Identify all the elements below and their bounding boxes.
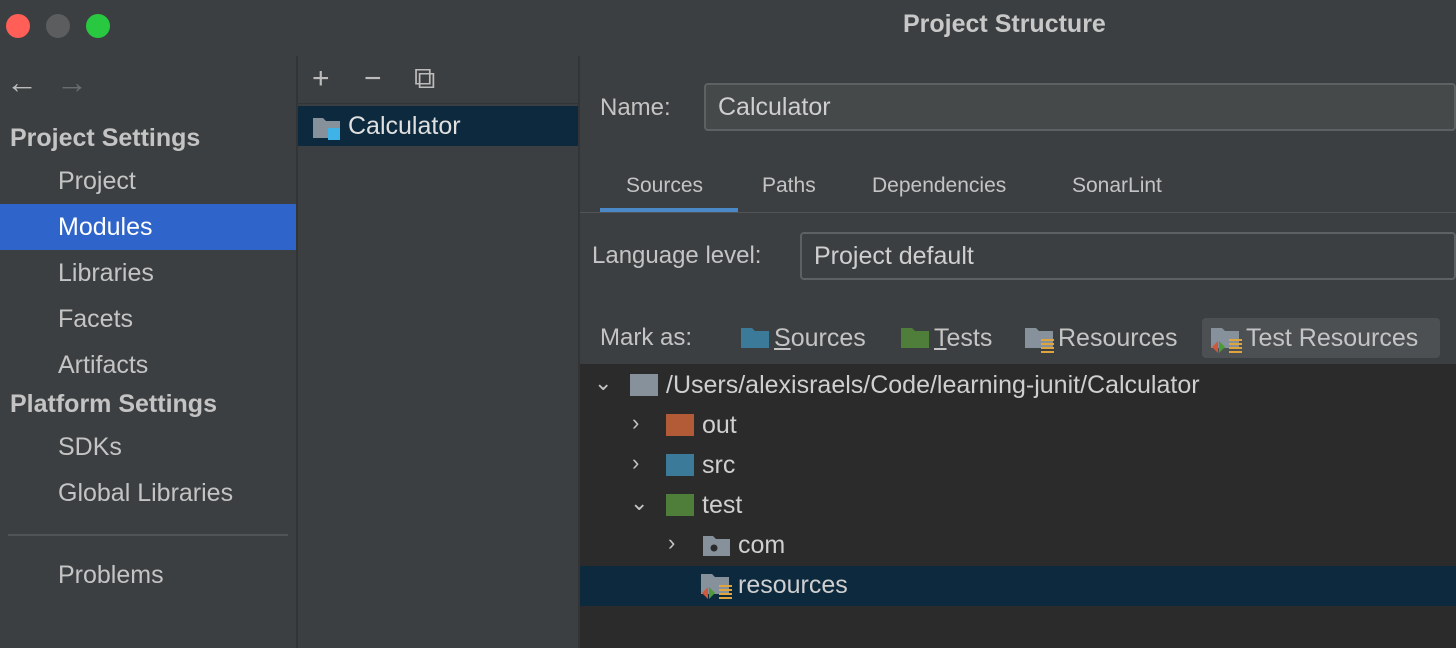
resources-folder-icon <box>1025 328 1054 353</box>
mark-test-resources-label: Test Resources <box>1246 324 1419 352</box>
chevron-right-icon[interactable]: › <box>632 450 652 476</box>
chevron-down-icon[interactable]: ⌄ <box>630 490 650 516</box>
close-window-button[interactable] <box>6 14 30 38</box>
tree-row[interactable]: ⌄ /Users/alexisraels/Code/learning-junit… <box>580 366 1456 406</box>
mark-tests-button[interactable]: Tests <box>898 318 1008 358</box>
back-arrow-icon[interactable]: ← <box>6 66 38 98</box>
tab-dependencies[interactable]: Dependencies <box>872 174 1006 198</box>
source-folder-icon <box>666 454 694 476</box>
sidebar-item-libraries[interactable]: Libraries <box>0 250 296 296</box>
mark-sources-mnemonic: S <box>774 324 791 352</box>
package-icon <box>703 536 730 556</box>
platform-settings-header: Platform Settings <box>10 390 217 418</box>
sidebar-item-facets[interactable]: Facets <box>0 296 296 342</box>
tab-divider <box>580 212 1456 213</box>
tab-sonarlint[interactable]: SonarLint <box>1072 174 1162 198</box>
chevron-right-icon[interactable]: › <box>632 410 652 436</box>
forward-arrow-icon[interactable]: → <box>56 66 88 98</box>
language-level-select[interactable]: Project default <box>800 232 1456 280</box>
tab-paths[interactable]: Paths <box>762 174 816 198</box>
project-settings-header: Project Settings <box>10 124 201 152</box>
name-label: Name: <box>600 94 671 121</box>
remove-icon[interactable]: − <box>364 64 382 94</box>
mark-tests-mnemonic: T <box>934 324 947 352</box>
title-bar: Project Structure <box>0 0 1456 56</box>
module-list-item[interactable]: Calculator <box>298 106 578 146</box>
tree-item-label: resources <box>738 571 848 599</box>
settings-sidebar: ← → Project Settings Project Modules Lib… <box>0 56 296 648</box>
test-resources-folder-icon <box>1211 328 1242 353</box>
test-resources-folder-icon <box>701 574 732 599</box>
tab-sources[interactable]: Sources <box>626 174 703 198</box>
language-level-label: Language level: <box>592 242 762 269</box>
tree-item-label: out <box>702 411 737 439</box>
sidebar-divider <box>8 534 288 536</box>
mark-test-resources-button[interactable]: Test Resources <box>1202 318 1440 358</box>
tests-folder-icon <box>901 328 929 348</box>
sidebar-item-global-libraries[interactable]: Global Libraries <box>0 470 296 516</box>
sidebar-item-sdks[interactable]: SDKs <box>0 424 296 470</box>
sidebar-item-project[interactable]: Project <box>0 158 296 204</box>
mark-tests-label: ests <box>946 324 993 352</box>
modules-panel: + − ⧉ Calculator <box>298 56 578 648</box>
chevron-down-icon[interactable]: ⌄ <box>594 370 614 396</box>
test-folder-icon <box>666 494 694 516</box>
sources-folder-icon <box>741 328 769 348</box>
content-root-tree: ⌄ /Users/alexisraels/Code/learning-junit… <box>580 364 1456 648</box>
tree-item-label: test <box>702 491 743 519</box>
tree-row[interactable]: › com <box>580 526 1456 566</box>
sidebar-item-modules[interactable]: Modules <box>0 204 296 250</box>
mark-as-label: Mark as: <box>600 324 693 351</box>
tree-row[interactable]: › src <box>580 446 1456 486</box>
mark-sources-button[interactable]: Sources <box>738 318 878 358</box>
mark-sources-label: ources <box>790 324 866 352</box>
tree-row[interactable]: ⌄ test <box>580 486 1456 526</box>
excluded-folder-icon <box>666 414 694 436</box>
tree-item-label: src <box>702 451 736 479</box>
module-detail-panel: Name: Calculator Sources Paths Dependenc… <box>580 56 1456 648</box>
module-folder-icon <box>313 118 340 140</box>
mark-resources-button[interactable]: Resources <box>1022 318 1192 358</box>
minimize-window-button[interactable] <box>46 14 70 38</box>
tree-item-label: /Users/alexisraels/Code/learning-junit/C… <box>666 371 1200 399</box>
tree-item-label: com <box>738 531 786 559</box>
sidebar-item-problems[interactable]: Problems <box>0 552 296 598</box>
chevron-right-icon[interactable]: › <box>668 530 688 556</box>
folder-icon <box>630 374 658 396</box>
window-title: Project Structure <box>903 10 1106 38</box>
tree-row[interactable]: › out <box>580 406 1456 446</box>
copy-icon[interactable]: ⧉ <box>414 64 435 94</box>
module-name-field[interactable]: Calculator <box>704 83 1456 131</box>
zoom-window-button[interactable] <box>86 14 110 38</box>
module-name: Calculator <box>348 112 461 140</box>
add-icon[interactable]: + <box>312 64 330 94</box>
sidebar-item-artifacts[interactable]: Artifacts <box>0 342 296 388</box>
modules-toolbar: + − ⧉ <box>298 56 578 104</box>
mark-resources-label: Resources <box>1058 324 1178 352</box>
tree-row[interactable]: resources <box>580 566 1456 606</box>
